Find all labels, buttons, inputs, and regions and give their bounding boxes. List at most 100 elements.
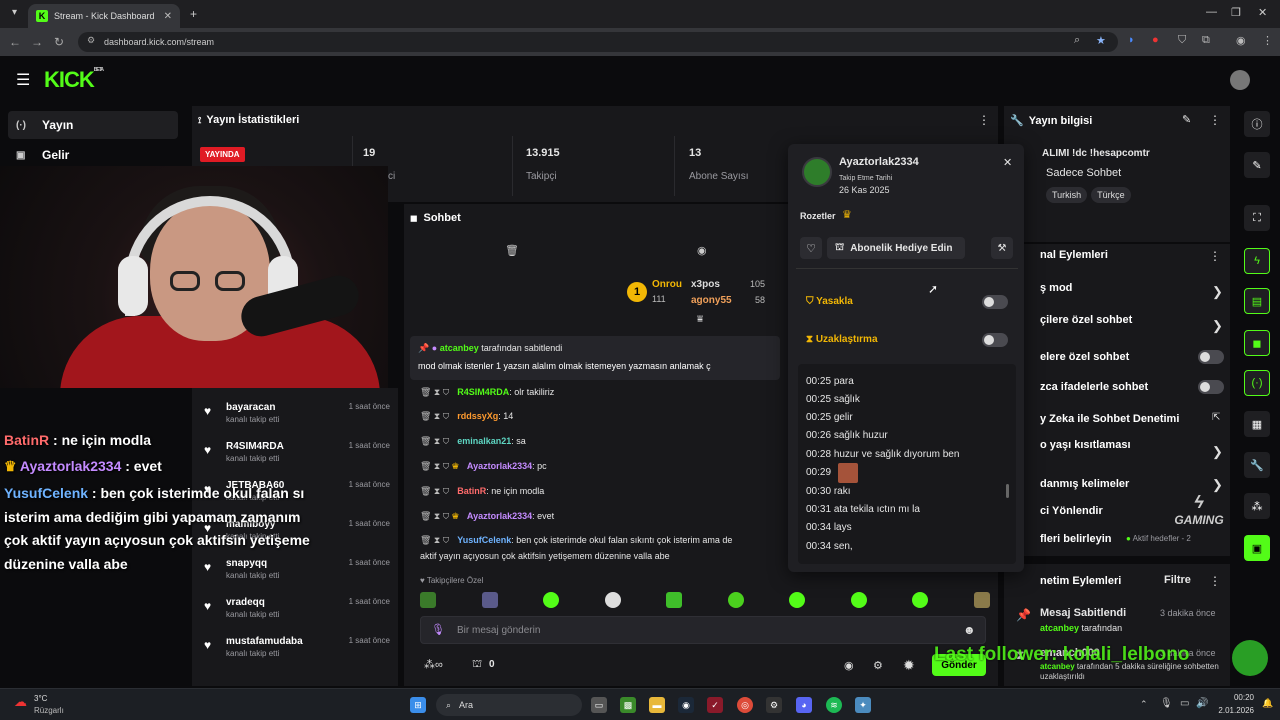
chat-input[interactable]: 🎙 Bir mesaj gönderin ☻ (420, 616, 986, 644)
settings-gear-icon[interactable]: ⚙ (873, 659, 883, 672)
chat-message[interactable]: 🗑 ⧗ ⛉ ♛ Ayaztorlak2334: evet (420, 511, 780, 522)
extension-translate-icon[interactable]: ◗ (1128, 34, 1135, 46)
windows-start-icon[interactable]: ⊞ (410, 697, 426, 713)
extension-shield-icon[interactable]: ⛉ (1178, 34, 1186, 47)
app-tile-icon[interactable]: ▣ (1244, 535, 1270, 561)
stream-info-menu-icon[interactable]: ⋮ (1209, 113, 1221, 127)
edit-icon[interactable]: ✎ (1182, 113, 1191, 126)
wrench-icon[interactable]: 🔧 (1244, 452, 1270, 478)
forward-icon[interactable]: → (26, 35, 48, 49)
chat-message[interactable]: 🗑 ⧗ ⛉ rddssyXg: 14 (420, 411, 780, 422)
user-avatar[interactable] (1230, 70, 1250, 90)
chevron-right-icon[interactable]: ❯ (1212, 318, 1223, 334)
timeout-toggle[interactable] (982, 333, 1008, 347)
sidebar-item-gelir[interactable]: ▣ Gelir (8, 141, 178, 169)
mic-tray-icon[interactable]: 🎙 (1160, 698, 1173, 709)
stats-menu-icon[interactable]: ⋮ (978, 113, 990, 127)
minimize-icon[interactable]: — (1206, 6, 1217, 18)
follow-heart-button[interactable]: ♡ (800, 237, 822, 259)
chat-icon[interactable]: ◼ (1244, 330, 1270, 356)
trash-icon[interactable]: 🗑 (505, 244, 519, 257)
scrollbar[interactable] (1006, 484, 1009, 498)
pencil-icon[interactable]: ✎ (1244, 152, 1270, 178)
emoji-icon[interactable]: ☻ (963, 623, 976, 637)
extensions-icon[interactable]: ⧉ (1202, 34, 1210, 47)
emote-icon[interactable] (420, 592, 436, 608)
profile-icon[interactable]: ◉ (1236, 34, 1246, 47)
chat-actions-menu-icon[interactable]: ⋮ (1209, 249, 1221, 263)
chat-message[interactable]: 🗑 ⧗ ⛉ BatinR: ne için modla (420, 486, 780, 497)
mod-hammer-button[interactable]: ⚒ (991, 237, 1013, 259)
browser-tab[interactable]: K Stream - Kick Dashboard ✕ (28, 4, 180, 28)
close-card-icon[interactable]: ✕ (1003, 156, 1012, 169)
leader-2-name[interactable]: x3pos (691, 279, 720, 290)
chevron-right-icon[interactable]: ❯ (1212, 284, 1223, 300)
emote-icon[interactable] (666, 592, 683, 608)
gift-sub-button[interactable]: ⛫ Abonelik Hediye Edin (827, 237, 965, 259)
browser-menu-icon[interactable]: ⋮ (1262, 34, 1273, 47)
volume-icon[interactable]: 🔊 (1196, 698, 1208, 709)
bookmark-star-icon[interactable]: ★ (1096, 34, 1106, 47)
document-icon[interactable]: ▤ (1244, 288, 1270, 314)
leader-3-name[interactable]: agony55 (691, 295, 732, 306)
emote-icon[interactable] (850, 592, 867, 608)
emote-icon[interactable] (727, 592, 744, 608)
ban-toggle[interactable] (982, 295, 1008, 309)
tray-chevron-icon[interactable]: ⌃ (1140, 699, 1148, 710)
chevron-right-icon[interactable]: ❯ (1212, 444, 1223, 460)
sidebar-item-yayin[interactable]: (·) Yayın (8, 111, 178, 139)
leader-1-name[interactable]: Onrou (652, 279, 682, 290)
lightning-icon[interactable]: ϟ (1244, 248, 1270, 274)
extension-record-icon[interactable]: ● (1152, 34, 1159, 46)
app-icon[interactable]: ⚙ (766, 697, 782, 713)
url-field[interactable]: ⚙ dashboard.kick.com/stream (78, 32, 1118, 52)
chat-message[interactable]: 🗑 ⧗ ⛉ eminalkan21: sa (420, 436, 780, 447)
chevron-right-icon[interactable]: ❯ (1212, 477, 1223, 493)
taskbar-search[interactable]: ⌕ Ara (436, 694, 582, 716)
info-icon[interactable]: ⓘ (1244, 111, 1270, 137)
emote-icon[interactable] (481, 592, 498, 608)
kick-logo[interactable]: KICKBETA (44, 67, 104, 93)
emote-icon[interactable] (912, 592, 929, 608)
chat-settings-bubble-icon[interactable]: ◉ (844, 659, 854, 672)
action-row[interactable]: fleri belirleyin (1040, 533, 1112, 545)
window-close-icon[interactable]: ✕ (1258, 6, 1267, 19)
task-view-icon[interactable]: ▭ (591, 697, 607, 713)
storage-icon[interactable]: ▦ (1244, 411, 1270, 437)
filter-button[interactable]: Filtre (1164, 574, 1191, 586)
emote-icon[interactable] (973, 592, 990, 608)
site-info-icon[interactable]: ⚙ (87, 35, 95, 46)
emote-icon[interactable] (604, 592, 621, 608)
collapse-icon[interactable]: ⩸ (697, 314, 703, 325)
subscriber-only-toggle[interactable] (1198, 350, 1224, 364)
reload-icon[interactable]: ↻ (48, 35, 70, 49)
clock-time[interactable]: 00:20 (1218, 693, 1254, 702)
clock-date[interactable]: 2.01.2026 (1212, 706, 1254, 715)
new-tab-icon[interactable]: + (190, 7, 197, 21)
tab-search-icon[interactable]: ▾ (12, 7, 17, 18)
emote-only-toggle[interactable] (1198, 380, 1224, 394)
card-username[interactable]: Ayaztorlak2334 (839, 156, 919, 168)
chat-message[interactable]: 🗑 ⧗ ⛉ ♛ Ayaztorlak2334: pc (420, 461, 780, 472)
emote-icon[interactable] (789, 592, 806, 608)
app-icon[interactable]: ✓ (707, 697, 723, 713)
steam-icon[interactable]: ◉ (678, 697, 694, 713)
zoom-icon[interactable]: ⌕ (1074, 34, 1080, 47)
maximize-icon[interactable]: ❐ (1231, 6, 1241, 19)
badge-icon[interactable]: ✹ (903, 657, 915, 674)
infinity-icon[interactable]: ⁂∞ (424, 658, 443, 671)
action-row[interactable]: danmış kelimeler (1040, 478, 1129, 490)
network-icon[interactable]: ▭ (1180, 698, 1189, 709)
app-icon[interactable]: ✦ (855, 697, 871, 713)
menu-icon[interactable]: ☰ (16, 70, 30, 90)
screenshot-icon[interactable]: ⛶ (1244, 205, 1270, 231)
emote-icon[interactable] (543, 592, 560, 608)
back-icon[interactable]: ← (4, 35, 26, 49)
gift-icon[interactable]: ⛫ (472, 658, 482, 672)
external-link-icon[interactable]: ⇱ (1212, 412, 1220, 423)
chrome-icon[interactable]: ◎ (737, 697, 753, 713)
action-row[interactable]: y Zeka ile Sohbet Denetimi (1040, 413, 1179, 425)
broadcast-icon[interactable]: (·) (1244, 370, 1270, 396)
action-row[interactable]: çilere özel sohbet (1040, 314, 1132, 326)
chat-message[interactable]: 🗑 ⧗ ⛉ R4SIM4RDA: olr takiliriz (420, 387, 780, 398)
